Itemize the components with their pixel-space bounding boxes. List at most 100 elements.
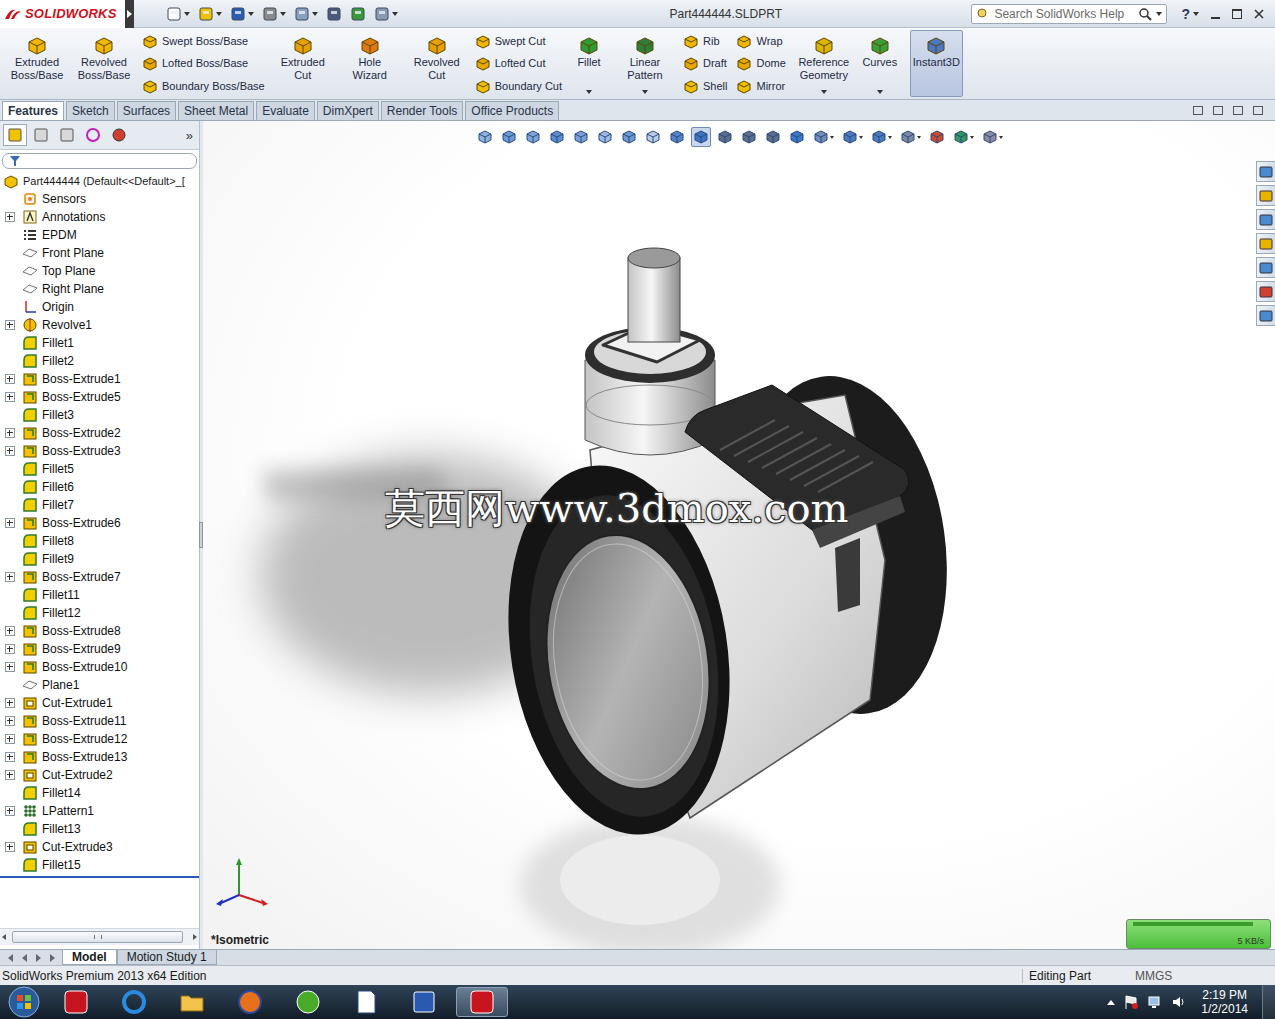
- ribbon-button[interactable]: Revolved Boss/Base: [72, 30, 136, 97]
- expand-icon[interactable]: [5, 698, 15, 708]
- view-button[interactable]: [523, 127, 543, 147]
- ribbon-button[interactable]: Linear Pattern: [613, 30, 677, 97]
- tree-item[interactable]: Fillet12: [0, 604, 199, 622]
- expand-icon[interactable]: [5, 734, 15, 744]
- tree-item[interactable]: Plane1: [0, 676, 199, 694]
- help-search-field[interactable]: Search SolidWorks Help: [971, 4, 1167, 24]
- tree-item[interactable]: Fillet8: [0, 532, 199, 550]
- tree-item[interactable]: Boss-Extrude10: [0, 658, 199, 676]
- expand-icon[interactable]: [5, 212, 15, 222]
- tree-item[interactable]: Fillet1: [0, 334, 199, 352]
- view-button[interactable]: [739, 127, 759, 147]
- model-tab[interactable]: Model: [62, 950, 117, 965]
- command-tab[interactable]: Surfaces: [117, 101, 176, 120]
- tab-nav-button[interactable]: [18, 952, 30, 964]
- ribbon-button[interactable]: Wrap: [736, 31, 785, 52]
- tree-item[interactable]: Revolve1: [0, 316, 199, 334]
- tree-item[interactable]: Boss-Extrude9: [0, 640, 199, 658]
- tree-item[interactable]: Boss-Extrude7: [0, 568, 199, 586]
- quick-access-button[interactable]: [292, 3, 320, 25]
- tree-item[interactable]: Boss-Extrude11: [0, 712, 199, 730]
- ribbon-button[interactable]: Rib: [683, 31, 727, 52]
- tree-item[interactable]: Boss-Extrude8: [0, 622, 199, 640]
- view-button[interactable]: [595, 127, 615, 147]
- view-button[interactable]: [869, 127, 894, 147]
- view-button[interactable]: [547, 127, 567, 147]
- show-hidden-icons[interactable]: [1107, 1000, 1115, 1005]
- view-button[interactable]: [980, 127, 1005, 147]
- help-button[interactable]: ?: [1175, 6, 1205, 22]
- ribbon-button[interactable]: Swept Cut: [475, 31, 562, 52]
- expand-icon[interactable]: [5, 662, 15, 672]
- tab-nav-button[interactable]: [4, 952, 16, 964]
- tree-item[interactable]: Sensors: [0, 190, 199, 208]
- start-button[interactable]: [4, 986, 44, 1018]
- command-tab[interactable]: Render Tools: [381, 101, 464, 120]
- document-window-button[interactable]: [1191, 104, 1205, 116]
- document-window-button[interactable]: [1211, 104, 1225, 116]
- tree-item[interactable]: Boss-Extrude6: [0, 514, 199, 532]
- expand-icon[interactable]: [5, 320, 15, 330]
- quick-access-button[interactable]: [348, 3, 368, 25]
- show-desktop-button[interactable]: [1262, 985, 1275, 1019]
- panel-tab[interactable]: [55, 124, 79, 146]
- ribbon-button[interactable]: Revolved Cut: [405, 30, 469, 97]
- ribbon-button[interactable]: Curves: [859, 30, 901, 97]
- close-button[interactable]: [1249, 5, 1269, 23]
- solidworks-logo[interactable]: SOLIDWORKS: [0, 0, 125, 28]
- taskbar-app[interactable]: [108, 987, 160, 1017]
- task-pane-button[interactable]: [1256, 209, 1275, 230]
- ribbon-button[interactable]: Swept Boss/Base: [142, 31, 265, 52]
- expand-icon[interactable]: [5, 446, 15, 456]
- view-button[interactable]: [475, 127, 495, 147]
- ribbon-button[interactable]: Instant3D: [910, 30, 963, 97]
- graphics-area[interactable]: 莫西网www.3dmox.com*Isometric5 KB/s: [203, 121, 1275, 949]
- tree-item[interactable]: Fillet7: [0, 496, 199, 514]
- more-tabs-button[interactable]: »: [186, 128, 199, 143]
- view-button[interactable]: [715, 127, 735, 147]
- expand-icon[interactable]: [5, 572, 15, 582]
- model-tab[interactable]: Motion Study 1: [117, 950, 217, 965]
- ribbon-button[interactable]: Lofted Boss/Base: [142, 53, 265, 74]
- quick-access-button[interactable]: [228, 3, 256, 25]
- taskbar-app[interactable]: [282, 987, 334, 1017]
- tree-item[interactable]: Boss-Extrude13: [0, 748, 199, 766]
- ribbon-button[interactable]: Mirror: [736, 75, 785, 96]
- view-button[interactable]: [951, 127, 976, 147]
- ribbon-button[interactable]: Draft: [683, 53, 727, 74]
- tree-item[interactable]: Fillet14: [0, 784, 199, 802]
- command-tab[interactable]: Sheet Metal: [178, 101, 254, 120]
- view-button[interactable]: [643, 127, 663, 147]
- tree-item[interactable]: Front Plane: [0, 244, 199, 262]
- quick-access-button[interactable]: [260, 3, 288, 25]
- tree-item[interactable]: EPDM: [0, 226, 199, 244]
- expand-icon[interactable]: [5, 752, 15, 762]
- view-button[interactable]: [898, 127, 923, 147]
- tree-item[interactable]: Fillet13: [0, 820, 199, 838]
- minimize-button[interactable]: [1205, 5, 1225, 23]
- expand-icon[interactable]: [5, 716, 15, 726]
- expand-icon[interactable]: [5, 806, 15, 816]
- tree-item[interactable]: Right Plane: [0, 280, 199, 298]
- ribbon-button[interactable]: Shell: [683, 75, 727, 96]
- tree-item[interactable]: LPattern1: [0, 802, 199, 820]
- tree-filter-field[interactable]: [2, 153, 197, 169]
- ribbon-button[interactable]: Lofted Cut: [475, 53, 562, 74]
- restore-button[interactable]: [1227, 5, 1247, 23]
- task-pane-button[interactable]: [1256, 281, 1275, 302]
- tree-item[interactable]: Cut-Extrude3: [0, 838, 199, 856]
- tree-item[interactable]: Boss-Extrude5: [0, 388, 199, 406]
- expand-icon[interactable]: [5, 644, 15, 654]
- unit-system[interactable]: MMGS: [1129, 969, 1275, 983]
- panel-tab[interactable]: [81, 124, 105, 146]
- ribbon-button[interactable]: Fillet: [568, 30, 610, 97]
- expand-icon[interactable]: [5, 770, 15, 780]
- ribbon-button[interactable]: Boundary Cut: [475, 75, 562, 96]
- tree-root[interactable]: Part444444 (Default<<Default>_[: [0, 172, 199, 190]
- ribbon-button[interactable]: Dome: [736, 53, 785, 74]
- view-button[interactable]: [811, 127, 836, 147]
- magnifier-icon[interactable]: [1138, 7, 1152, 21]
- tree-item[interactable]: Fillet11: [0, 586, 199, 604]
- ribbon-button[interactable]: Extruded Boss/Base: [5, 30, 69, 97]
- network-icon[interactable]: [1147, 994, 1163, 1010]
